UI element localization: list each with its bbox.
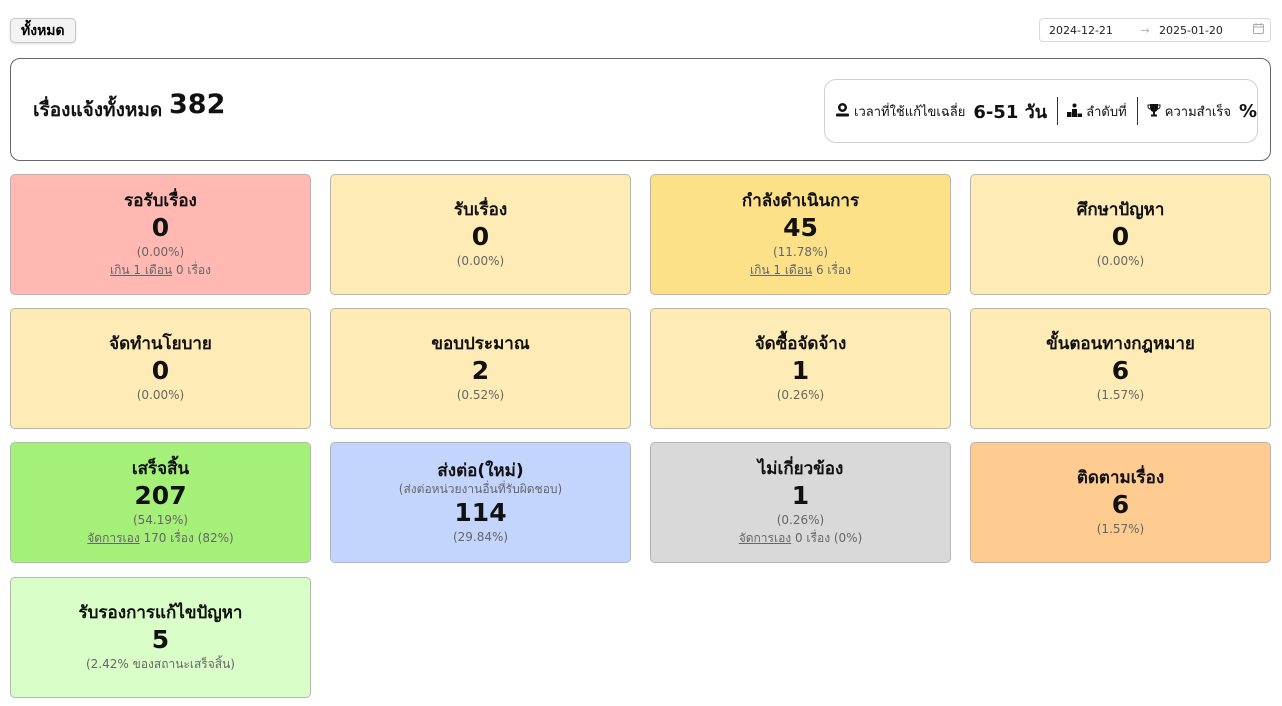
card-title: ติดตามเรื่อง [1076,468,1165,488]
trophy-icon [1147,103,1161,120]
card-title: จัดทำนโยบาย [109,334,212,354]
avg-time-stat: เวลาที่ใช้แก้ไขเฉลี่ย 6-51 วัน [835,97,1047,126]
status-card-in-progress[interactable]: กำลังดำเนินการ 45 (11.78%) เกิน 1 เดือน … [650,174,951,295]
status-card-forwarded[interactable]: ส่งต่อ(ใหม่) (ส่งต่อหน่วยงานอื่นที่รับผิ… [330,442,631,563]
status-card-pending[interactable]: รอรับเรื่อง 0 (0.00%) เกิน 1 เดือน 0 เรื… [10,174,311,295]
card-count: 0 [151,356,170,385]
card-count: 1 [791,356,810,385]
overdue-link[interactable]: เกิน 1 เดือน [110,263,172,277]
card-percent: (1.57%) [1096,388,1145,402]
summary-panel: เรื่องแจ้งทั้งหมด 382 เวลาที่ใช้แก้ไขเฉล… [10,58,1271,161]
card-title: ขั้นตอนทางกฎหมาย [1046,334,1195,354]
rank-stat: ลำดับที่ [1067,101,1127,122]
card-percent: (0.26%) [776,513,825,527]
card-title: รอรับเรื่อง [124,191,197,211]
arrow-right-icon: → [1140,23,1150,37]
card-title: เสร็จสิ้น [131,459,190,479]
card-count: 207 [134,481,187,510]
card-count: 114 [454,497,507,527]
status-card-policy[interactable]: จัดทำนโยบาย 0 (0.00%) [10,308,311,429]
calendar-icon[interactable] [1253,23,1264,37]
card-percent: (0.52%) [456,388,505,402]
self-handled-link[interactable]: จัดการเอง [87,531,139,545]
card-count: 45 [783,213,818,242]
status-card-certified[interactable]: รับรองการแก้ไขปัญหา 5 (2.42% ของสถานะเสร… [10,577,311,698]
filter-all-button[interactable]: ทั้งหมด [10,18,76,43]
status-card-received[interactable]: รับเรื่อง 0 (0.00%) [330,174,631,295]
avg-time-label: เวลาที่ใช้แก้ไขเฉลี่ย [854,104,966,120]
top-bar: ทั้งหมด 2024-12-21 → 2025-01-20 [0,0,1282,56]
overdue-count: 0 เรื่อง [172,263,212,277]
success-label: ความสำเร็จ [1164,104,1231,120]
card-title: ส่งต่อ(ใหม่) [437,460,524,481]
card-title: รับรองการแก้ไขปัญหา [78,603,243,623]
stats-box: เวลาที่ใช้แก้ไขเฉลี่ย 6-51 วัน ลำดับที่ … [824,79,1258,143]
card-percent: (0.26%) [776,388,825,402]
card-percent: (2.42% ของสถานะเสร็จสิ้น) [86,657,235,671]
card-count: 0 [471,222,490,251]
card-title: ขอบประมาณ [431,334,530,354]
total-reports-label: เรื่องแจ้งทั้งหมด [33,99,163,121]
card-extra: จัดการเอง 170 เรื่อง (82%) [87,529,233,547]
card-title: ไม่เกี่ยวข้อง [757,459,844,479]
card-percent: (0.00%) [136,245,185,259]
card-percent: (11.78%) [772,245,829,259]
date-end-input[interactable]: 2025-01-20 [1159,24,1247,37]
avg-time-value: 6-51 วัน [973,101,1048,123]
card-count: 6 [1111,490,1130,519]
status-card-follow-up[interactable]: ติดตามเรื่อง 6 (1.57%) [970,442,1271,563]
card-subtitle: (ส่งต่อหน่วยงานอื่นที่รับผิดชอบ) [398,481,563,496]
card-count: 0 [151,213,170,242]
self-handled-link[interactable]: จัดการเอง [739,531,791,545]
card-extra: เกิน 1 เดือน 0 เรื่อง [110,261,211,279]
card-count: 0 [1111,222,1130,251]
self-handled-count: 170 เรื่อง (82%) [139,531,234,545]
clock-person-icon [835,102,850,120]
card-count: 6 [1111,356,1130,385]
status-card-studying[interactable]: ศึกษาปัญหา 0 (0.00%) [970,174,1271,295]
rank-label: ลำดับที่ [1086,104,1127,120]
card-title: กำลังดำเนินการ [741,191,860,211]
card-percent: (0.00%) [136,388,185,402]
status-card-completed[interactable]: เสร็จสิ้น 207 (54.19%) จัดการเอง 170 เรื… [10,442,311,563]
card-extra: จัดการเอง 0 เรื่อง (0%) [739,529,863,547]
card-percent: (1.57%) [1096,522,1145,536]
self-handled-count: 0 เรื่อง (0%) [791,531,863,545]
success-stat: ความสำเร็จ % [1147,101,1257,122]
date-range-picker[interactable]: 2024-12-21 → 2025-01-20 [1039,18,1271,42]
card-percent: (29.84%) [452,529,509,544]
card-percent: (0.00%) [1096,254,1145,268]
overdue-link[interactable]: เกิน 1 เดือน [750,263,812,277]
status-card-legal[interactable]: ขั้นตอนทางกฎหมาย 6 (1.57%) [970,308,1271,429]
status-card-budget[interactable]: ขอบประมาณ 2 (0.52%) [330,308,631,429]
card-count: 1 [791,481,810,510]
card-count: 5 [151,625,170,654]
card-extra: เกิน 1 เดือน 6 เรื่อง [750,261,851,279]
overdue-count: 6 เรื่อง [812,263,852,277]
card-title: ศึกษาปัญหา [1076,200,1165,220]
date-start-input[interactable]: 2024-12-21 [1049,24,1131,37]
success-value: % [1238,100,1257,122]
status-card-procurement[interactable]: จัดซื้อจัดจ้าง 1 (0.26%) [650,308,951,429]
status-card-irrelevant[interactable]: ไม่เกี่ยวข้อง 1 (0.26%) จัดการเอง 0 เรื่… [650,442,951,563]
card-title: รับเรื่อง [453,200,508,220]
podium-icon [1067,103,1083,120]
card-count: 2 [471,356,490,385]
card-percent: (0.00%) [456,254,505,268]
total-reports-count: 382 [169,89,226,120]
card-percent: (54.19%) [132,513,189,527]
card-title: จัดซื้อจัดจ้าง [754,334,847,354]
